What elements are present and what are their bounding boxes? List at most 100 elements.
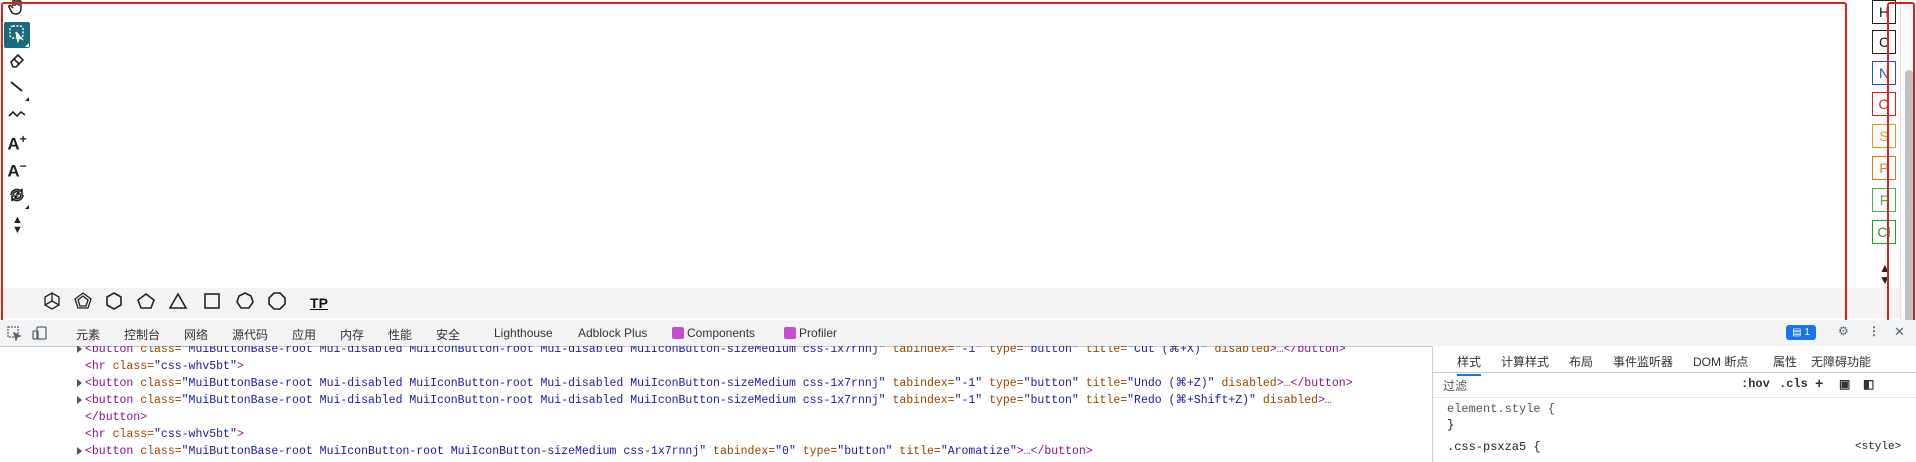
chain-icon: [7, 103, 27, 128]
devtools-tab-adblock[interactable]: Adblock Plus: [578, 326, 647, 340]
scrollbar-thumb[interactable]: [1905, 70, 1913, 330]
devtools-tab-profiler[interactable]: Profiler: [784, 326, 837, 340]
atoms-toolbar: H C N O S P F Cl ▲▼: [1870, 0, 1900, 290]
dom-node-line[interactable]: <button class="MuiButtonBase-root MuiIco…: [85, 443, 1093, 460]
styles-filter-row: 过滤 :hov .cls + ▣ ◧: [1433, 373, 1916, 398]
shape-button-pentagon[interactable]: [133, 291, 159, 315]
chain-button[interactable]: [4, 102, 30, 128]
arrows-up-down-icon[interactable]: ▲▼: [1878, 261, 1892, 285]
styles-tab-event-listeners[interactable]: 事件监听器: [1613, 353, 1673, 370]
atom-h-button[interactable]: H: [1872, 0, 1896, 24]
bond-icon: [7, 77, 27, 102]
shape-button-chair[interactable]: [39, 291, 65, 315]
dom-token: title=: [1078, 346, 1128, 356]
dom-token: >: [1016, 445, 1024, 458]
device-toolbar-icon[interactable]: [32, 325, 48, 341]
left-toolbar: A+ A− ▲▼: [0, 0, 34, 290]
sidebar-toggle-icon[interactable]: ◧: [1863, 377, 1874, 392]
devtools-tab-lighthouse[interactable]: Lighthouse: [494, 326, 553, 340]
rotate-button[interactable]: [4, 184, 30, 210]
single-bond-button[interactable]: [4, 76, 30, 102]
atom-symbol: S: [1879, 128, 1889, 144]
atom-symbol: Cl: [1877, 224, 1891, 240]
charge-minus-button[interactable]: A−: [4, 157, 30, 183]
dom-node-line[interactable]: <hr class="css-whv5bt">: [85, 358, 244, 375]
hand-tool-button[interactable]: [4, 0, 30, 22]
devtools-tab-performance[interactable]: 性能: [388, 326, 412, 343]
devtools-tab-network[interactable]: 网络: [184, 326, 208, 343]
cls-toggle[interactable]: .cls: [1779, 377, 1808, 391]
styles-tab-computed[interactable]: 计算样式: [1501, 353, 1549, 370]
hov-toggle[interactable]: :hov: [1741, 377, 1770, 391]
devtools-tab-sources[interactable]: 源代码: [232, 326, 268, 343]
more-options-icon[interactable]: ⋮: [1868, 324, 1880, 338]
shape-button-octagon[interactable]: [264, 291, 290, 315]
styles-tab-accessibility[interactable]: 无障碍功能: [1811, 353, 1871, 370]
dom-node-line[interactable]: <button class="MuiButtonBase-root Mui-di…: [85, 375, 1353, 392]
devtools-tab-security[interactable]: 安全: [436, 326, 460, 343]
shape-button-cyclopentane[interactable]: [70, 291, 96, 315]
eraser-button[interactable]: [4, 49, 30, 75]
dom-token: …: [1325, 394, 1332, 407]
devtools-tab-components[interactable]: Components: [672, 326, 755, 340]
dom-node-line[interactable]: </button>: [85, 409, 147, 426]
lasso-select-button[interactable]: [4, 22, 30, 48]
devtools-tab-elements[interactable]: 元素: [76, 326, 100, 343]
atom-p-button[interactable]: P: [1872, 156, 1896, 180]
inspect-element-icon[interactable]: [6, 325, 22, 343]
atom-c-button[interactable]: C: [1872, 30, 1896, 54]
lasso-select-icon: [7, 23, 27, 48]
paint-icon[interactable]: ▣: [1839, 377, 1850, 392]
page-scrollbar[interactable]: [1900, 0, 1916, 330]
shape-toolbar: TP: [0, 288, 1916, 318]
dom-token: type=: [982, 377, 1024, 390]
shape-button-heptagon[interactable]: [232, 291, 258, 315]
atom-s-button[interactable]: S: [1872, 124, 1896, 148]
atom-f-button[interactable]: F: [1872, 188, 1896, 212]
element-style-close: }: [1447, 418, 1455, 432]
expand-toolbar-button[interactable]: ▲▼: [4, 211, 30, 237]
rotate-icon: [7, 185, 27, 210]
devtools-tab-console[interactable]: 控制台: [124, 326, 160, 343]
dom-token: tabindex=: [706, 445, 776, 458]
atom-o-button[interactable]: O: [1872, 92, 1896, 116]
dom-token: >: [1276, 377, 1284, 390]
shape-button-hexagon[interactable]: [101, 291, 127, 315]
expand-caret[interactable]: [77, 379, 82, 387]
new-rule-button[interactable]: +: [1815, 377, 1823, 393]
shape-button-triangle[interactable]: [165, 291, 191, 315]
settings-gear-icon[interactable]: ⚙: [1838, 324, 1849, 338]
message-count: 1: [1804, 327, 1810, 338]
submenu-indicator: [25, 205, 29, 209]
css-rule-source[interactable]: <style>: [1855, 441, 1901, 453]
atom-n-button[interactable]: N: [1872, 61, 1896, 85]
dom-token: <hr: [85, 428, 113, 441]
dom-token: class=: [112, 360, 155, 373]
expand-caret[interactable]: [77, 447, 82, 455]
styles-pane: 样式 计算样式 布局 事件监听器 DOM 断点 属性 无障碍功能 过滤 :hov…: [1433, 346, 1916, 462]
charge-plus-button[interactable]: A+: [4, 130, 30, 156]
atom-cl-button[interactable]: Cl: [1872, 220, 1896, 244]
shape-button-square[interactable]: [199, 291, 225, 315]
dom-token: type=: [795, 445, 838, 458]
styles-filter-input[interactable]: 过滤: [1443, 377, 1467, 394]
dom-node-line[interactable]: <hr class="css-whv5bt">: [85, 426, 244, 443]
dom-node-line[interactable]: <button class="MuiButtonBase-root Mui-di…: [85, 392, 1332, 409]
devtools-tab-application[interactable]: 应用: [292, 326, 316, 343]
dom-token: >: [236, 428, 244, 441]
close-devtools-icon[interactable]: ✕: [1894, 324, 1905, 340]
devtools-tab-memory[interactable]: 内存: [340, 326, 364, 343]
message-count-badge[interactable]: ▤ 1: [1786, 325, 1816, 340]
dom-token: type=: [982, 394, 1024, 407]
expand-caret[interactable]: [77, 396, 82, 404]
styles-tab-layout[interactable]: 布局: [1569, 353, 1593, 370]
dom-node-line[interactable]: <button class="MuiButtonBase-root Mui-di…: [85, 346, 1346, 358]
styles-tab-dom-breakpoints[interactable]: DOM 断点: [1693, 353, 1748, 370]
expand-caret[interactable]: [77, 346, 82, 353]
styles-tab-properties[interactable]: 属性: [1773, 353, 1797, 370]
template-button[interactable]: TP: [306, 291, 332, 315]
dom-token: >: [1318, 394, 1325, 407]
dom-token: </button>: [1283, 346, 1346, 356]
dom-token: …: [1276, 346, 1284, 356]
dom-token: </button>: [85, 411, 148, 424]
